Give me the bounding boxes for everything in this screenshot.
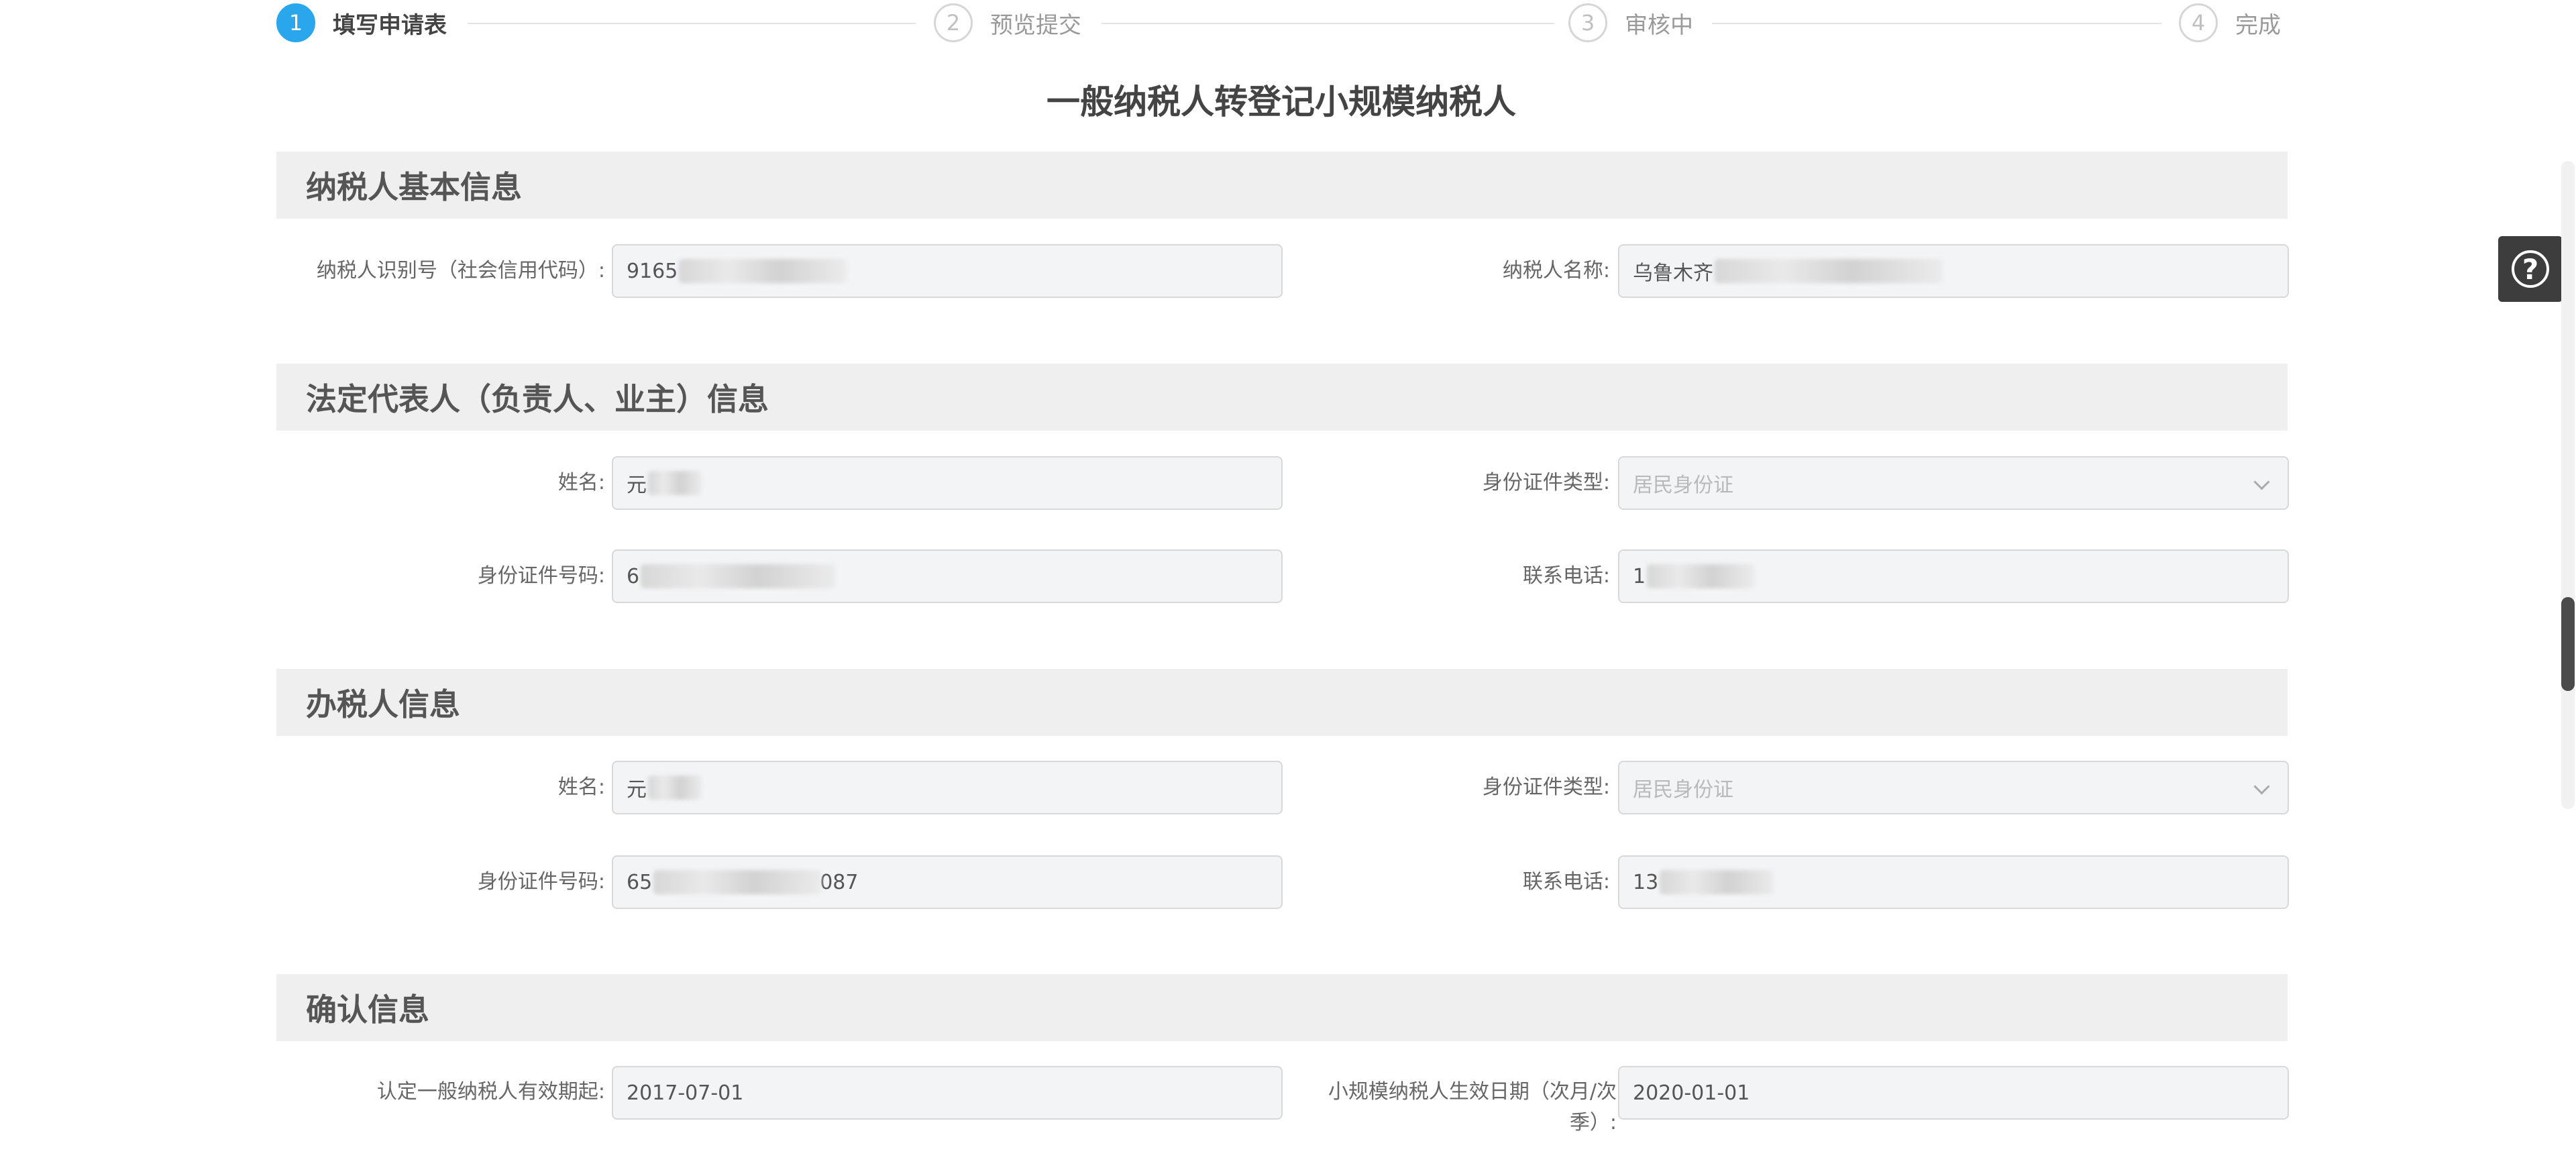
step-4-number: 4 <box>2179 3 2218 42</box>
agent-id-number-label: 身份证件号码: <box>477 870 605 894</box>
taxpayer-id-field[interactable]: 9165 <box>612 244 1283 298</box>
redacted-blur <box>1660 870 1774 894</box>
small-effective-date-field[interactable]: 2020-01-01 <box>1618 1066 2289 1120</box>
step-connector <box>1712 23 2161 24</box>
agent-name-field[interactable]: 元 <box>612 761 1283 814</box>
general-start-date-field[interactable]: 2017-07-01 <box>612 1066 1283 1120</box>
legal-phone-field[interactable]: 1 <box>1618 549 2289 603</box>
step-3-number: 3 <box>1568 3 1607 42</box>
section-header-confirm: 确认信息 <box>276 974 2288 1041</box>
legal-phone-label: 联系电话: <box>1522 564 1610 588</box>
general-start-date-value: 2017-07-01 <box>627 1081 744 1105</box>
small-effective-label: 小规模纳税人生效日期（次月/次季）: <box>1328 1080 1617 1134</box>
step-2-number: 2 <box>934 3 973 42</box>
agent-phone-field[interactable]: 13 <box>1618 855 2289 909</box>
chevron-down-icon <box>2253 778 2270 795</box>
step-2: 2 预览提交 <box>934 1 1081 44</box>
legal-id-type-select[interactable]: 居民身份证 <box>1618 456 2289 510</box>
agent-name-value: 元 <box>627 778 647 802</box>
legal-name-value: 元 <box>627 474 647 497</box>
legal-id-number-field[interactable]: 6 <box>612 549 1283 603</box>
legal-name-label: 姓名: <box>557 471 605 494</box>
taxpayer-id-label: 纳税人识别号（社会信用代码）: <box>316 259 605 282</box>
section-header-legal: 法定代表人（负责人、业主）信息 <box>276 364 2288 431</box>
redacted-blur <box>648 776 702 800</box>
step-3-label: 审核中 <box>1625 11 1693 39</box>
agent-id-number-field[interactable]: 65 087 <box>612 855 1283 909</box>
agent-id-type-value: 居民身份证 <box>1633 778 1733 802</box>
agent-phone-value: 13 <box>1633 870 1659 894</box>
redacted-blur <box>653 870 822 894</box>
chevron-down-icon <box>2253 474 2270 490</box>
taxpayer-name-field[interactable]: 乌鲁木齐 <box>1618 244 2289 298</box>
legal-id-type-value: 居民身份证 <box>1633 474 1733 497</box>
legal-id-type-label: 身份证件类型: <box>1482 471 1610 494</box>
legal-id-number-value: 6 <box>627 564 640 588</box>
agent-id-number-value: 65 <box>627 870 653 894</box>
redacted-blur <box>1715 259 1943 283</box>
steps-bar: 1 填写申请表 2 预览提交 3 审核中 4 完成 <box>276 0 2286 47</box>
question-circle-icon: ? <box>2512 250 2549 288</box>
section-header-basic: 纳税人基本信息 <box>276 152 2288 219</box>
taxpayer-id-value: 9165 <box>627 259 678 283</box>
small-effective-date-value: 2020-01-01 <box>1633 1081 1750 1105</box>
step-4-label: 完成 <box>2235 11 2281 39</box>
step-connector <box>1102 23 1554 24</box>
step-4: 4 完成 <box>2179 1 2281 44</box>
redacted-blur <box>679 259 847 283</box>
agent-name-label: 姓名: <box>557 776 605 799</box>
redacted-blur <box>648 471 702 495</box>
agent-id-number-tail: 087 <box>820 870 859 894</box>
help-button[interactable]: ? <box>2498 236 2563 302</box>
step-1-number: 1 <box>276 3 315 42</box>
legal-name-field[interactable]: 元 <box>612 456 1283 510</box>
scrollbar-thumb[interactable] <box>2561 597 2575 691</box>
redacted-blur <box>1647 564 1755 588</box>
scrollbar-track[interactable] <box>2561 161 2575 809</box>
page-title: 一般纳税人转登记小规模纳税人 <box>1046 83 1516 121</box>
agent-id-type-label: 身份证件类型: <box>1482 776 1610 799</box>
redacted-blur <box>641 564 836 588</box>
step-2-label: 预览提交 <box>990 11 1081 39</box>
taxpayer-name-label: 纳税人名称: <box>1502 259 1610 282</box>
step-1: 1 填写申请表 <box>276 1 447 44</box>
step-3: 3 审核中 <box>1568 1 1693 44</box>
legal-phone-value: 1 <box>1633 564 1646 588</box>
section-header-agent: 办税人信息 <box>276 669 2288 736</box>
taxpayer-name-value: 乌鲁木齐 <box>1633 262 1713 285</box>
step-1-label: 填写申请表 <box>333 11 447 39</box>
general-start-label: 认定一般纳税人有效期起: <box>376 1080 605 1104</box>
agent-id-type-select[interactable]: 居民身份证 <box>1618 761 2289 814</box>
agent-phone-label: 联系电话: <box>1522 870 1610 894</box>
legal-id-number-label: 身份证件号码: <box>477 564 605 588</box>
step-connector <box>468 23 916 24</box>
